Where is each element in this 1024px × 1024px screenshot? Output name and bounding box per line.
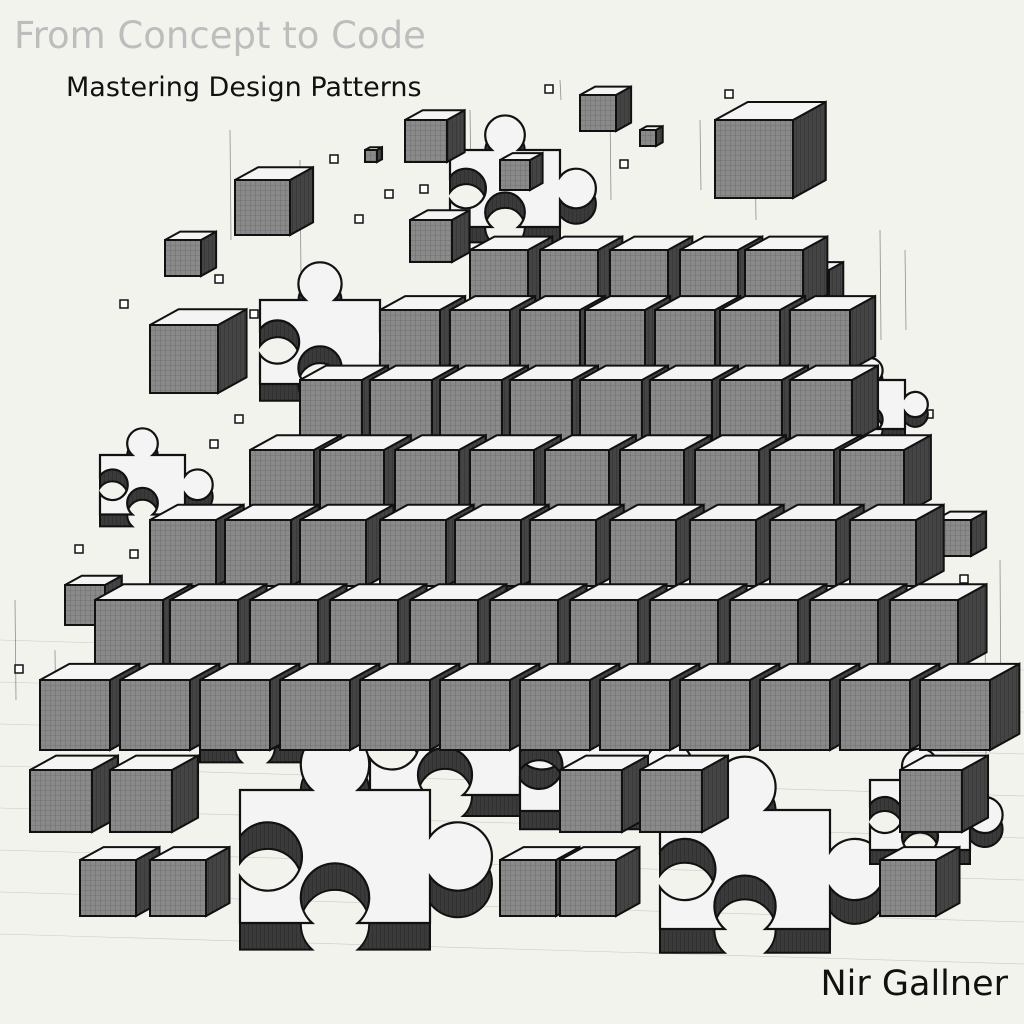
debris-square-19 (14, 664, 24, 674)
debris-square-2 (384, 189, 394, 199)
cube-stack-49 (889, 582, 988, 670)
cube-float-5 (234, 165, 315, 237)
debris-square-1 (329, 154, 339, 164)
debris-square-16 (619, 159, 629, 169)
cube-stack-64 (559, 753, 650, 834)
cube-float-12 (364, 145, 384, 164)
debris-square-15 (419, 184, 429, 194)
debris-square-14 (544, 84, 554, 94)
cube-stack-67 (79, 845, 161, 918)
cube-float-6 (149, 307, 248, 395)
cube-stack-70 (559, 845, 641, 918)
cube-stack-65 (639, 753, 730, 834)
cube-stack-68 (149, 845, 231, 918)
book-subtitle: Mastering Design Patterns (66, 72, 422, 103)
cube-stack-62 (29, 753, 120, 834)
cube-stack-63 (109, 753, 200, 834)
debris-square-7 (209, 439, 219, 449)
cube-float-4 (409, 208, 471, 264)
debris-square-4 (214, 274, 224, 284)
author-name: Nir Gallner (820, 964, 1008, 1004)
cube-float-11 (639, 124, 664, 148)
cube-stack-19 (789, 363, 880, 444)
debris-square-6 (234, 414, 244, 424)
debris-square-8 (74, 544, 84, 554)
cube-stack-11 (789, 294, 877, 372)
cube-stack-66 (899, 753, 990, 834)
debris-square-18 (724, 89, 734, 99)
cube-float-2 (714, 100, 827, 200)
cube-stack-71 (879, 845, 961, 918)
debris-square-3 (354, 214, 364, 224)
cube-stack-61 (919, 662, 1021, 752)
cube-float-3 (164, 229, 218, 278)
debris-square-0 (119, 299, 129, 309)
cube-float-1 (404, 108, 466, 164)
book-cover: From Concept to Code Mastering Design Pa… (0, 0, 1024, 1024)
debris-square-12 (959, 574, 969, 584)
debris-square-9 (129, 549, 139, 559)
debris-square-5 (249, 309, 259, 319)
book-title: From Concept to Code (14, 14, 426, 57)
cubes-puzzle-illustration (0, 79, 1024, 965)
cube-float-0 (579, 84, 633, 133)
cube-stack-38 (849, 503, 945, 588)
cube-float-10 (499, 151, 544, 192)
cube-stack-28 (839, 433, 932, 516)
